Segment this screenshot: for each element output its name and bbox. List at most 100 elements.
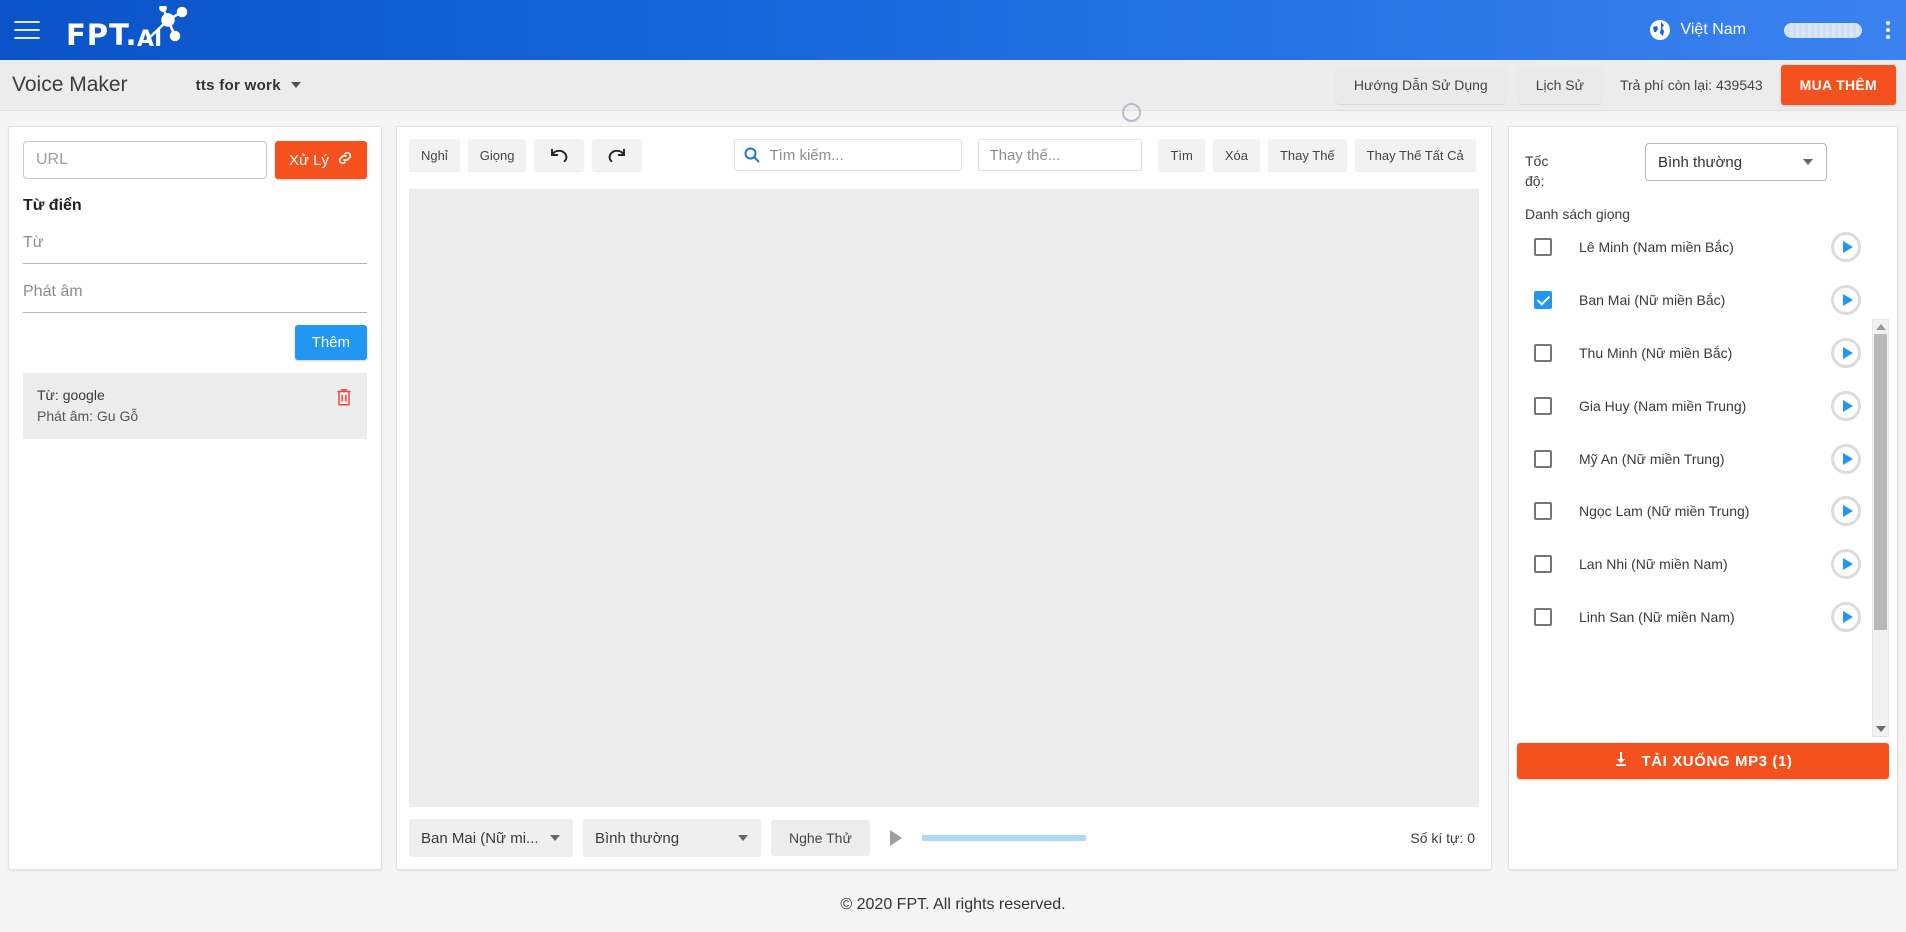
text-editor-area[interactable] xyxy=(409,189,1479,807)
user-guide-button[interactable]: Hướng Dẫn Sử Dụng xyxy=(1335,66,1506,104)
url-input[interactable] xyxy=(23,141,267,179)
page-subheader: Voice Maker tts for work Hướng Dẫn Sử Dụ… xyxy=(0,60,1906,111)
project-selector[interactable]: tts for work xyxy=(196,77,301,94)
word-input[interactable] xyxy=(23,227,367,256)
user-account-name[interactable] xyxy=(1784,22,1862,38)
language-label[interactable]: Việt Nam xyxy=(1680,21,1746,39)
dictionary-entry-pronunciation: Phát âm: Gu Gỗ xyxy=(37,408,139,424)
scroll-down-arrow-icon[interactable] xyxy=(1876,726,1886,732)
preview-button[interactable]: Nghe Thử xyxy=(771,820,870,856)
voice-row[interactable]: Lê Minh (Nam miền Bắc) xyxy=(1525,221,1881,274)
scrollbar-thumb[interactable] xyxy=(1874,334,1887,630)
play-triangle-icon xyxy=(1842,505,1853,518)
hamburger-menu-icon[interactable] xyxy=(14,21,40,39)
play-icon[interactable] xyxy=(889,830,902,846)
text-editor-panel: Nghỉ Giọng Tìm Xóa Thay Thế T xyxy=(396,126,1492,870)
voice-checkbox[interactable] xyxy=(1534,449,1552,468)
voice-name-label: Mỹ An (Nữ miền Trung) xyxy=(1579,450,1725,467)
search-input-wrapper xyxy=(734,139,963,171)
voice-list-label: Danh sách giọng xyxy=(1525,205,1631,222)
voice-checkbox[interactable] xyxy=(1534,555,1552,574)
insert-voice-button[interactable]: Giọng xyxy=(467,139,527,171)
add-entry-row: Thêm xyxy=(9,313,381,360)
play-triangle-icon xyxy=(1842,399,1853,412)
voice-play-icon[interactable] xyxy=(1831,285,1861,316)
voice-checkbox[interactable] xyxy=(1534,238,1552,257)
replace-input[interactable] xyxy=(978,139,1143,171)
topbar-right-group: Việt Nam xyxy=(1649,19,1906,41)
pronunciation-field-wrapper xyxy=(23,276,367,313)
dictionary-panel: Xử Lý Từ điển Thêm Từ: google Phát âm: G… xyxy=(8,126,382,870)
dictionary-entry-word: Từ: google xyxy=(37,387,105,403)
voice-play-icon[interactable] xyxy=(1831,496,1861,527)
speed-select-value: Bình thường xyxy=(1658,153,1743,171)
footer-speed-select-wrapper: Bình thường xyxy=(583,819,761,857)
voice-checkbox[interactable] xyxy=(1534,291,1552,310)
play-triangle-icon xyxy=(1842,558,1853,571)
pronunciation-input[interactable] xyxy=(23,276,367,305)
voice-name-label: Gia Huy (Nam miền Trung) xyxy=(1579,397,1747,414)
process-url-button[interactable]: Xử Lý xyxy=(274,141,367,179)
add-word-button[interactable]: Thêm xyxy=(294,325,367,360)
voice-play-icon[interactable] xyxy=(1831,390,1861,421)
voice-checkbox[interactable] xyxy=(1534,343,1552,362)
page-footer: © 2020 FPT. All rights reserved. xyxy=(0,878,1906,932)
voice-row[interactable]: Gia Huy (Nam miền Trung) xyxy=(1525,379,1881,432)
svg-text:AI: AI xyxy=(137,27,162,50)
editor-toolbar: Nghỉ Giọng Tìm Xóa Thay Thế T xyxy=(397,127,1491,171)
voice-name-label: Lê Minh (Nam miền Bắc) xyxy=(1579,239,1734,256)
fpt-ai-logo[interactable]: FPT. AI xyxy=(66,6,197,52)
find-button[interactable]: Tìm xyxy=(1158,139,1205,171)
loading-spinner-icon xyxy=(1122,103,1141,122)
undo-icon[interactable] xyxy=(534,139,585,171)
voice-play-icon[interactable] xyxy=(1831,443,1861,474)
voice-play-icon[interactable] xyxy=(1831,601,1861,632)
audio-progress-slider[interactable] xyxy=(921,835,1312,841)
redo-icon[interactable] xyxy=(592,139,643,171)
scroll-up-arrow-icon[interactable] xyxy=(1876,324,1886,330)
voice-settings-panel: Tốc độ: Bình thường Danh sách giọng Lê M… xyxy=(1508,126,1898,870)
history-button[interactable]: Lịch Sử xyxy=(1517,66,1602,104)
voice-checkbox[interactable] xyxy=(1534,607,1552,626)
insert-pause-button[interactable]: Nghỉ xyxy=(409,139,460,171)
footer-voice-select[interactable]: Ban Mai (Nữ mi... xyxy=(409,819,573,857)
copyright-label: © 2020 FPT. All rights reserved. xyxy=(840,896,1066,913)
voice-play-icon[interactable] xyxy=(1831,549,1861,580)
voice-name-label: Thu Minh (Nữ miền Bắc) xyxy=(1579,344,1733,361)
logo-text: FPT. xyxy=(66,18,138,52)
search-icon xyxy=(743,146,761,169)
kebab-menu-icon[interactable] xyxy=(1884,19,1892,41)
download-icon xyxy=(1613,751,1629,771)
speed-select[interactable]: Bình thường xyxy=(1645,143,1827,181)
voice-row[interactable]: Thu Minh (Nữ miền Bắc) xyxy=(1525,327,1881,380)
download-mp3-button[interactable]: TẢI XUỐNG MP3 (1) xyxy=(1517,743,1889,779)
dictionary-title: Từ điển xyxy=(23,197,82,214)
play-triangle-icon xyxy=(1842,241,1853,254)
voice-row[interactable]: Ban Mai (Nữ miền Bắc) xyxy=(1525,274,1881,327)
voice-name-label: Lan Nhi (Nữ miền Nam) xyxy=(1579,556,1728,573)
dictionary-entry-texts: Từ: google Phát âm: Gu Gỗ xyxy=(37,385,335,427)
play-triangle-icon xyxy=(1842,452,1853,465)
voice-row[interactable]: Mỹ An (Nữ miền Trung) xyxy=(1525,432,1881,485)
replace-button[interactable]: Thay Thế xyxy=(1267,139,1347,171)
voice-list-scrollbar[interactable] xyxy=(1872,319,1889,737)
voice-play-icon[interactable] xyxy=(1831,232,1861,263)
trash-icon[interactable] xyxy=(335,387,353,412)
audio-progress-fill xyxy=(921,835,1086,841)
voice-play-icon[interactable] xyxy=(1831,337,1861,368)
voice-name-label: Ngọc Lam (Nữ miền Trung) xyxy=(1579,503,1750,520)
clear-button[interactable]: Xóa xyxy=(1212,139,1260,171)
editor-footer-bar: Ban Mai (Nữ mi... Bình thường Nghe Thử S… xyxy=(409,815,1479,861)
play-triangle-icon xyxy=(1842,346,1853,359)
download-mp3-label: TẢI XUỐNG MP3 (1) xyxy=(1641,752,1793,770)
footer-speed-select[interactable]: Bình thường xyxy=(583,819,761,857)
voice-row[interactable]: Linh San (Nữ miền Nam) xyxy=(1525,591,1881,641)
search-input[interactable] xyxy=(734,139,963,171)
voice-row[interactable]: Ngọc Lam (Nữ miền Trung) xyxy=(1525,485,1881,538)
voice-list[interactable]: Lê Minh (Nam miền Bắc) Ban Mai (Nữ miền B… xyxy=(1525,221,1881,641)
voice-row[interactable]: Lan Nhi (Nữ miền Nam) xyxy=(1525,538,1881,591)
voice-checkbox[interactable] xyxy=(1534,502,1552,521)
voice-checkbox[interactable] xyxy=(1534,396,1552,415)
buy-more-button[interactable]: MUA THÊM xyxy=(1780,65,1896,105)
replace-all-button[interactable]: Thay Thế Tất Cả xyxy=(1354,139,1476,171)
